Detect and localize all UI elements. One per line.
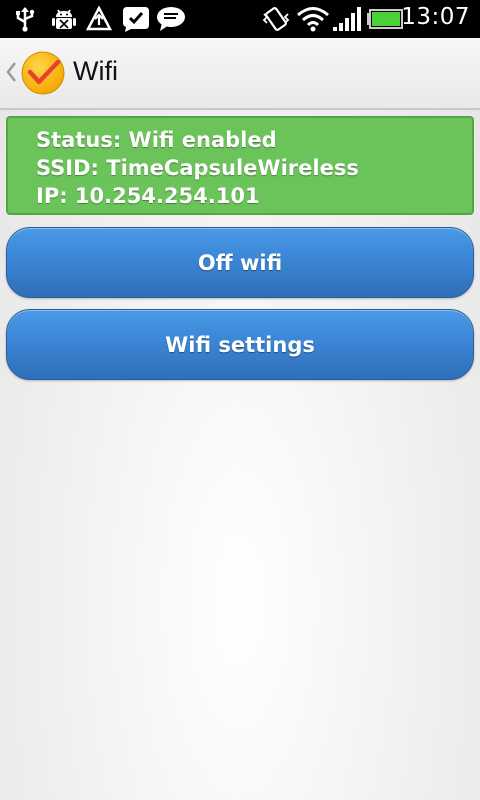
ssid-text: SSID: TimeCapsuleWireless bbox=[36, 156, 359, 180]
wifi-icon bbox=[296, 6, 330, 32]
android-debug-icon bbox=[52, 6, 76, 32]
clock: 13:07 bbox=[401, 4, 470, 30]
check-notification-icon bbox=[121, 5, 151, 32]
battery-icon bbox=[367, 9, 403, 35]
off-wifi-label: Off wifi bbox=[197, 250, 283, 275]
wifi-status-panel: Status: Wifi enabled SSID: TimeCapsuleWi… bbox=[6, 116, 474, 215]
back-caret-icon[interactable] bbox=[5, 60, 17, 84]
checkmark-app-icon[interactable] bbox=[20, 50, 66, 96]
vibrate-icon bbox=[261, 6, 291, 32]
page-title: Wifi bbox=[73, 56, 118, 86]
upload-warning-icon bbox=[86, 6, 112, 32]
message-icon bbox=[156, 6, 186, 32]
status-text: Status: Wifi enabled bbox=[36, 128, 277, 152]
ip-text: IP: 10.254.254.101 bbox=[36, 184, 260, 208]
status-bar: 13:07 bbox=[0, 0, 480, 38]
off-wifi-button[interactable]: Off wifi bbox=[6, 227, 474, 298]
wifi-settings-label: Wifi settings bbox=[165, 332, 315, 357]
signal-icon bbox=[332, 6, 362, 32]
usb-icon bbox=[14, 6, 36, 32]
wifi-settings-button[interactable]: Wifi settings bbox=[6, 309, 474, 380]
action-bar: Wifi bbox=[0, 38, 480, 110]
